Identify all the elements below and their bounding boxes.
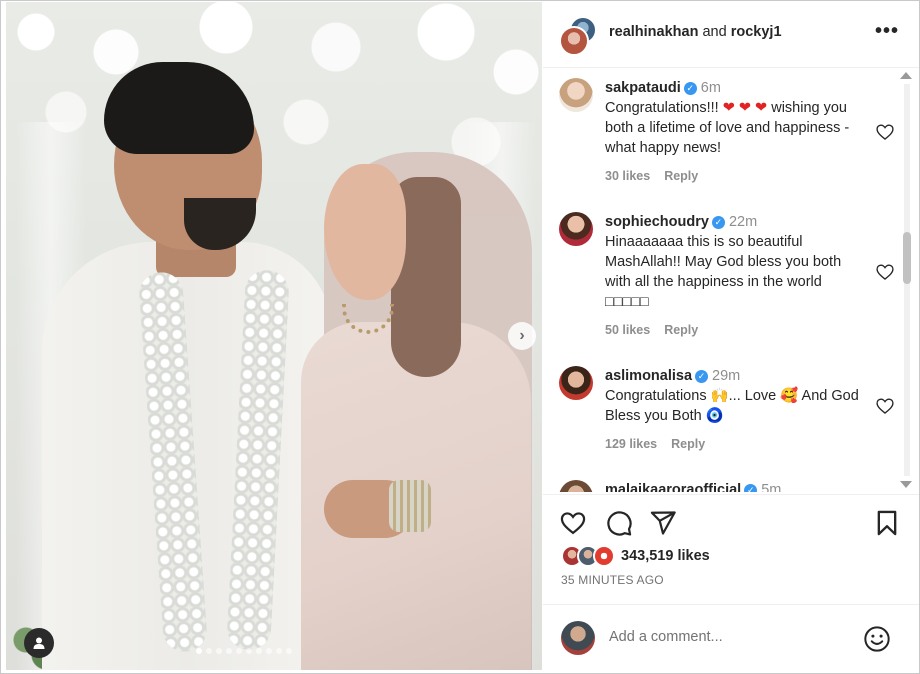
like-comment-heart-icon[interactable] xyxy=(875,262,895,282)
comment-username[interactable]: malaikaaroraofficial xyxy=(605,482,741,492)
action-bar: 343,519 likes 35 MINUTES AGO xyxy=(543,494,919,604)
reply-button[interactable]: Reply xyxy=(664,323,698,337)
avatar[interactable] xyxy=(559,366,593,400)
chevron-right-icon: › xyxy=(519,327,525,344)
author-link-primary[interactable]: realhinakhan xyxy=(609,24,698,40)
smiling-hearts-emoji-icon: 🥰 xyxy=(780,388,799,404)
comment-bubble-icon[interactable] xyxy=(605,509,633,537)
comment-text: ... Love xyxy=(728,388,781,404)
more-options-button[interactable]: ••• xyxy=(875,20,899,43)
comment-composer xyxy=(543,604,919,672)
comment-likes[interactable]: 50 likes xyxy=(605,323,650,337)
likes-summary[interactable]: 343,519 likes xyxy=(561,545,710,567)
verified-icon: ✓ xyxy=(695,370,709,383)
carousel-indicator xyxy=(196,648,292,654)
post-sidebar: realhinakhan and rockyj1 ••• sakpataudi ✓… xyxy=(543,2,919,672)
comment-username[interactable]: sophiechoudry xyxy=(605,214,709,230)
comment-item: aslimonalisa ✓ 29m Congratulations 🙌... Lo… xyxy=(559,366,894,456)
avatar xyxy=(593,545,615,567)
comment-time[interactable]: 6m xyxy=(701,80,721,96)
author-link-secondary[interactable]: rockyj1 xyxy=(731,24,782,40)
tagged-users-button[interactable] xyxy=(24,628,54,658)
comment-time[interactable]: 5m xyxy=(761,482,781,492)
comment-username[interactable]: sakpataudi xyxy=(605,80,681,96)
comments-list[interactable]: sakpataudi ✓ 6m Congratulations!!! ❤ ❤ ❤ w… xyxy=(543,70,903,492)
evil-eye-emoji-icon: 🧿 xyxy=(705,408,724,424)
comment-text: Congratulations!!! xyxy=(605,100,723,116)
comment-likes[interactable]: 30 likes xyxy=(605,169,650,183)
avatar[interactable] xyxy=(559,480,593,492)
carousel-next-button[interactable]: › xyxy=(508,322,536,350)
comment-text: Congratulations xyxy=(605,388,711,404)
avatar[interactable] xyxy=(559,78,593,112)
emoji-icon[interactable] xyxy=(863,625,891,653)
comment-text: Hinaaaaaaa this is so beautiful MashAlla… xyxy=(605,234,842,310)
reply-button[interactable]: Reply xyxy=(664,169,698,183)
comment-item: malaikaaroraofficial ✓ 5m xyxy=(559,480,879,492)
comment-username[interactable]: aslimonalisa xyxy=(605,368,692,384)
like-heart-icon[interactable] xyxy=(559,509,587,537)
reply-button[interactable]: Reply xyxy=(671,437,705,451)
share-send-icon[interactable] xyxy=(649,509,677,537)
likes-count[interactable]: 343,519 likes xyxy=(621,548,710,564)
scrollbar-thumb[interactable] xyxy=(903,232,911,284)
carousel-dot xyxy=(276,648,282,654)
like-comment-heart-icon[interactable] xyxy=(875,396,895,416)
post-header: realhinakhan and rockyj1 ••• xyxy=(543,2,919,68)
carousel-dot xyxy=(256,648,262,654)
verified-icon: ✓ xyxy=(711,216,725,229)
comment-item: sophiechoudry ✓ 22m Hinaaaaaaa this is so … xyxy=(559,212,894,342)
raised-hands-emoji-icon: 🙌 xyxy=(710,388,729,404)
carousel-dot xyxy=(236,648,242,654)
verified-icon: ✓ xyxy=(744,484,758,492)
author-names: realhinakhan and rockyj1 xyxy=(609,24,782,40)
like-comment-heart-icon[interactable] xyxy=(875,122,895,142)
carousel-dot xyxy=(216,648,222,654)
avatar xyxy=(561,621,595,655)
carousel-dot xyxy=(226,648,232,654)
comment-item: sakpataudi ✓ 6m Congratulations!!! ❤ ❤ ❤ w… xyxy=(559,78,894,188)
user-icon xyxy=(33,637,45,649)
carousel-dot xyxy=(196,648,202,654)
heart-emoji-icon: ❤ ❤ ❤ xyxy=(722,100,768,116)
bookmark-icon[interactable] xyxy=(873,509,901,537)
avatar xyxy=(559,26,589,56)
comment-time[interactable]: 29m xyxy=(712,368,740,384)
post-image[interactable]: › xyxy=(6,2,542,670)
verified-icon: ✓ xyxy=(683,82,697,95)
avatar[interactable] xyxy=(559,212,593,246)
post-timestamp[interactable]: 35 MINUTES AGO xyxy=(561,573,664,587)
add-comment-input[interactable] xyxy=(609,629,849,645)
scroll-up-arrow-icon[interactable] xyxy=(900,72,912,79)
comments-scrollbar[interactable] xyxy=(899,72,913,488)
author-avatars[interactable] xyxy=(559,16,599,56)
carousel-dot xyxy=(266,648,272,654)
carousel-dot xyxy=(206,648,212,654)
comment-time[interactable]: 22m xyxy=(729,214,757,230)
carousel-dot xyxy=(286,648,292,654)
scroll-down-arrow-icon[interactable] xyxy=(900,481,912,488)
comment-likes[interactable]: 129 likes xyxy=(605,437,657,451)
carousel-dot xyxy=(246,648,252,654)
